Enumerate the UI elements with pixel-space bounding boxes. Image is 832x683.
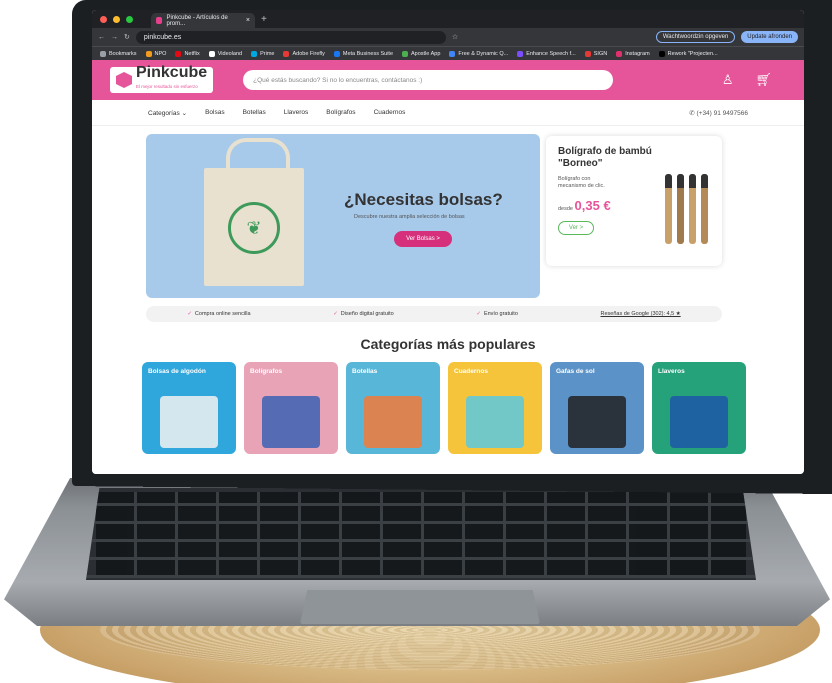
trust-item: ✓ Diseño digital gratuito	[333, 311, 394, 317]
category-card-boligrafos[interactable]: Bolígrafos	[244, 362, 338, 454]
bookmarks-bar: Bookmarks NPO Netflix Videoland Prime Ad…	[92, 46, 804, 60]
category-card-llaveros[interactable]: Llaveros	[652, 362, 746, 454]
bookmark-item[interactable]: Videoland	[208, 50, 242, 57]
check-icon: ✓	[187, 311, 192, 317]
category-card-botellas[interactable]: Botellas	[346, 362, 440, 454]
screen: Pinkcube - Artículos de prom... × + ← → …	[92, 10, 804, 474]
check-icon: ✓	[333, 311, 338, 317]
url-field[interactable]: pinkcube.es	[135, 30, 446, 44]
url-text: pinkcube.es	[143, 33, 182, 41]
google-reviews-link[interactable]: Reseñas de Google (302): 4,5 ★	[601, 311, 681, 317]
tab-bar: Pinkcube - Artículos de prom... × +	[92, 10, 804, 28]
trust-item: ✓ Compra online sencilla	[187, 311, 251, 317]
browser-tab[interactable]: Pinkcube - Artículos de prom... ×	[151, 13, 255, 28]
trackpad	[300, 590, 540, 624]
pens-image	[665, 174, 708, 244]
back-icon[interactable]: ←	[98, 34, 105, 41]
close-tab-icon[interactable]: ×	[246, 17, 250, 24]
hero-title: ¿Necesitas bolsas?	[344, 190, 503, 209]
bookmark-item[interactable]: Adobe Firefly	[283, 50, 325, 57]
address-bar-row: ← → ↻ pinkcube.es ☆ Wachtwoordzin opgeve…	[92, 28, 804, 46]
phone-number[interactable]: ✆ (+34) 91 9497566	[689, 109, 748, 117]
bookmark-item[interactable]: Bookmarks	[100, 50, 137, 57]
bookmark-item[interactable]: SIGN	[584, 50, 607, 57]
nav-item-cuadernos[interactable]: Cuadernos	[374, 109, 406, 116]
hero-subtitle: Descubre nuestra amplia selección de bol…	[354, 214, 465, 220]
organic-stamp-icon: ❦	[228, 202, 280, 254]
new-tab-icon[interactable]: +	[261, 14, 267, 25]
cart-icon[interactable]: 🛒︎	[755, 72, 772, 88]
category-card-bolsas[interactable]: Bolsas de algodón	[142, 362, 236, 454]
forward-icon[interactable]: →	[111, 34, 118, 41]
search-placeholder: ¿Qué estás buscando? Si no lo encuentras…	[253, 76, 423, 84]
bookmark-item[interactable]: Enhance Speech f...	[517, 50, 576, 57]
pinkcube-favicon-icon	[156, 17, 163, 24]
main-nav: Categorías ⌄ Bolsas Botellas Llaveros Bo…	[92, 100, 804, 126]
tote-bag-image: ❦	[204, 138, 304, 286]
tab-title: Pinkcube - Artículos de prom...	[166, 14, 228, 27]
password-button[interactable]: Wachtwoordzin opgeven	[655, 31, 736, 43]
brand-tagline: El mejor resultado sin esfuerzo	[136, 84, 198, 89]
website: Pinkcube El mejor resultado sin esfuerzo …	[92, 60, 804, 474]
bookmark-item[interactable]: Apostle App	[402, 50, 440, 57]
promo-card[interactable]: Bolígrafo de bambú "Borneo" Bolígrafo co…	[546, 136, 722, 266]
search-input[interactable]: ¿Qué estás buscando? Si no lo encuentras…	[243, 70, 614, 90]
site-header: Pinkcube El mejor resultado sin esfuerzo …	[92, 60, 804, 100]
reload-icon[interactable]: ↻	[124, 33, 130, 41]
nav-item-botellas[interactable]: Botellas	[243, 109, 266, 116]
promo-title: Bolígrafo de bambú "Borneo"	[558, 146, 652, 169]
nav-item-bolsas[interactable]: Bolsas	[205, 109, 225, 116]
category-card-cuadernos[interactable]: Cuadernos	[448, 362, 542, 454]
cube-logo-icon	[116, 72, 132, 88]
nav-item-categorias[interactable]: Categorías ⌄	[148, 109, 187, 117]
keyboard	[86, 488, 756, 580]
star-icon[interactable]: ☆	[452, 33, 458, 41]
promo-button[interactable]: Ver >	[558, 221, 594, 235]
bookmark-item[interactable]: Rework "Projecten...	[658, 50, 718, 57]
hero-banner[interactable]: ❦ ¿Necesitas bolsas? Descubre nuestra am…	[146, 134, 540, 298]
trust-item: ✓ Envío gratuito	[476, 311, 518, 317]
nav-item-boligrafos[interactable]: Bolígrafos	[326, 109, 355, 116]
bookmark-item[interactable]: Netflix	[175, 50, 200, 57]
category-card-gafas[interactable]: Gafas de sol	[550, 362, 644, 454]
laptop-scene: Pinkcube - Artículos de prom... × + ← → …	[0, 0, 832, 683]
trust-bar: ✓ Compra online sencilla ✓ Diseño digital …	[146, 306, 722, 322]
logo[interactable]: Pinkcube El mejor resultado sin esfuerzo	[110, 64, 214, 93]
bookmark-item[interactable]: Prime	[251, 50, 274, 57]
bookmark-item[interactable]: Meta Business Suite	[333, 50, 393, 57]
update-button[interactable]: Update afronden	[741, 31, 798, 43]
minimize-window-icon[interactable]	[113, 15, 120, 23]
check-icon: ✓	[476, 311, 481, 317]
close-window-icon[interactable]	[100, 15, 107, 23]
promo-description: Bolígrafo con mecanismo de clic.	[558, 176, 605, 189]
bookmark-item[interactable]: Free & Dynamic Q...	[449, 50, 508, 57]
hero-button[interactable]: Ver Bolsas >	[394, 231, 452, 247]
nav-item-llaveros[interactable]: Llaveros	[284, 109, 309, 116]
bookmark-item[interactable]: NPO	[145, 50, 166, 57]
bookmark-item[interactable]: Instagram	[616, 50, 650, 57]
categories-grid: Bolsas de algodón Bolígrafos Botellas Cu…	[142, 362, 762, 454]
user-icon[interactable]: ♙	[722, 72, 734, 88]
brand-name: Pinkcube	[136, 64, 208, 81]
categories-title: Categorías más populares	[360, 336, 536, 352]
maximize-window-icon[interactable]	[126, 15, 133, 23]
